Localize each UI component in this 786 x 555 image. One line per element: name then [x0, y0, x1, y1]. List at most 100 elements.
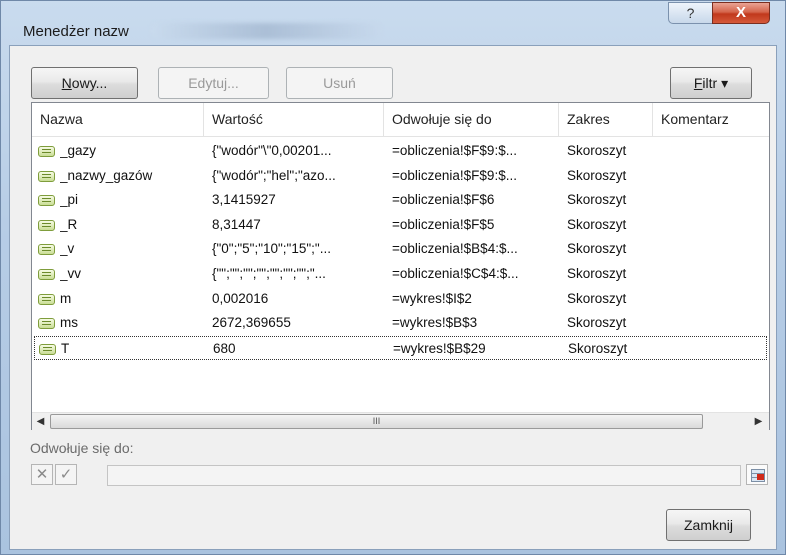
cell-comment — [661, 188, 767, 212]
cell-scope: Skoroszyt — [567, 216, 627, 232]
table-row[interactable]: _gazy {"wodór"\"0,00201... =obliczenia!$F$… — [34, 139, 767, 163]
named-range-icon — [39, 343, 56, 355]
cell-comment — [661, 164, 767, 188]
close-dialog-button[interactable]: Zamknij — [666, 509, 751, 541]
range-picker-marker-icon — [757, 474, 764, 480]
cell-name: _nazwy_gazów — [60, 167, 153, 183]
help-icon: ? — [686, 5, 695, 21]
confirm-edit-button[interactable]: ✓ — [55, 464, 77, 485]
cell-refers: =obliczenia!$F$9:$... — [392, 143, 517, 158]
scrollbar-thumb[interactable]: III — [50, 414, 703, 429]
refers-to-input[interactable] — [107, 465, 741, 486]
close-dialog-label: Zamknij — [683, 517, 733, 533]
scrollbar-grip-icon: III — [372, 416, 381, 426]
cell-scope: Skoroszyt — [567, 167, 627, 183]
cell-value: {"0";"5";"10";"15";"... — [212, 241, 331, 257]
scroll-right-icon[interactable]: ▶ — [750, 413, 767, 430]
cell-name: _R — [60, 216, 78, 232]
cell-comment — [661, 139, 767, 163]
title-bar[interactable]: Menedżer nazw ? X — [1, 1, 786, 45]
delete-button-label: Usuń — [323, 75, 356, 91]
cell-name: _vv — [60, 266, 82, 281]
range-picker-button[interactable] — [746, 464, 768, 485]
cell-refers: =obliczenia!$F$5 — [392, 216, 495, 232]
cancel-edit-button[interactable]: ✕ — [31, 464, 53, 485]
cell-comment — [661, 311, 767, 335]
named-range-icon — [38, 195, 55, 207]
refers-to-label: Odwołuje się do: — [30, 440, 134, 456]
named-range-icon — [38, 293, 55, 305]
cell-scope: Skoroszyt — [567, 192, 627, 208]
named-range-icon — [38, 219, 55, 231]
cell-refers: =wykres!$B$3 — [392, 315, 478, 331]
cell-name: ms — [60, 315, 78, 331]
column-header-comment[interactable]: Komentarz — [653, 103, 769, 136]
cell-value: {"wodór"\"0,00201... — [212, 143, 332, 158]
cell-refers: =obliczenia!$F$6 — [392, 192, 495, 208]
cell-refers: =obliczenia!$B$4:$... — [392, 241, 518, 257]
cell-comment — [661, 237, 767, 261]
cell-name: _v — [60, 241, 75, 257]
named-range-icon — [38, 318, 55, 330]
table-row[interactable]: ms 2672,369655 =wykres!$B$3 Skoroszyt — [34, 311, 767, 335]
named-range-icon — [38, 269, 55, 280]
filter-button[interactable]: Filtr ▾ — [670, 67, 752, 99]
cell-value: 680 — [213, 340, 236, 356]
cell-name: _pi — [60, 192, 79, 208]
cell-scope: Skoroszyt — [567, 266, 627, 281]
dialog-content: Nowy... Edytuj... Usuń Filtr ▾ Nazwa War… — [9, 45, 777, 550]
cell-value: 3,1415927 — [212, 192, 276, 208]
cell-scope: Skoroszyt — [567, 143, 627, 158]
cell-name: _gazy — [60, 143, 97, 158]
table-row[interactable]: _vv {"";"";"";"";"";"";"";"... =obliczenia… — [34, 262, 767, 286]
new-button[interactable]: Nowy... — [31, 67, 138, 99]
table-row[interactable]: T 680 =wykres!$B$29 Skoroszyt — [34, 335, 768, 361]
dialog-window: Menedżer nazw ? X Nowy... Edytuj... Usuń… — [0, 0, 786, 555]
column-header: Nazwa Wartość Odwołuje się do Zakres Kom… — [32, 103, 769, 137]
blurred-title-suffix — [151, 23, 381, 39]
cell-refers: =obliczenia!$F$9:$... — [392, 167, 517, 183]
table-row[interactable]: _pi 3,1415927 =obliczenia!$F$6 Skoroszyt — [34, 188, 767, 212]
column-header-scope[interactable]: Zakres — [559, 103, 653, 136]
cell-comment — [661, 262, 767, 286]
checkmark-icon: ✓ — [59, 466, 73, 483]
filter-button-label: iltr ▾ — [702, 75, 729, 91]
column-header-value[interactable]: Wartość — [204, 103, 384, 136]
cell-scope: Skoroszyt — [567, 315, 627, 331]
cell-name: T — [61, 340, 70, 356]
cell-comment — [661, 287, 767, 311]
column-header-refers[interactable]: Odwołuje się do — [384, 103, 559, 136]
cell-value: 0,002016 — [212, 290, 269, 306]
cell-scope: Skoroszyt — [568, 340, 628, 356]
cell-comment — [662, 337, 768, 361]
table-row[interactable]: _v {"0";"5";"10";"15";"... =obliczenia!$B$… — [34, 237, 767, 261]
help-button[interactable]: ? — [668, 2, 713, 24]
cell-value: {"wodór";"hel";"azo... — [212, 167, 336, 183]
window-title: Menedżer nazw — [23, 23, 129, 40]
close-icon: X — [735, 4, 746, 21]
cell-scope: Skoroszyt — [567, 241, 627, 257]
horizontal-scrollbar[interactable]: ◀ III ▶ — [32, 412, 769, 430]
cell-value: {"";"";"";"";"";"";"";"... — [212, 266, 326, 281]
names-list[interactable]: Nazwa Wartość Odwołuje się do Zakres Kom… — [31, 102, 770, 430]
scroll-left-icon[interactable]: ◀ — [32, 413, 49, 430]
column-header-name[interactable]: Nazwa — [32, 103, 204, 136]
edit-button-label: Edytuj... — [188, 75, 239, 91]
cell-refers: =obliczenia!$C$4:$... — [392, 266, 519, 281]
cell-value: 8,31447 — [212, 216, 261, 232]
delete-button[interactable]: Usuń — [286, 67, 393, 99]
table-row[interactable]: _nazwy_gazów {"wodór";"hel";"azo... =oblic… — [34, 164, 767, 188]
new-button-label: owy... — [71, 75, 108, 91]
close-window-button[interactable]: X — [712, 2, 770, 24]
cancel-icon: ✕ — [35, 466, 49, 483]
cell-value: 2672,369655 — [212, 315, 291, 331]
cell-refers: =wykres!$B$29 — [393, 340, 486, 356]
named-range-icon — [38, 146, 55, 157]
table-row[interactable]: m 0,002016 =wykres!$I$2 Skoroszyt — [34, 287, 767, 311]
cell-refers: =wykres!$I$2 — [392, 290, 472, 306]
named-range-icon — [38, 170, 55, 182]
edit-button[interactable]: Edytuj... — [158, 67, 269, 99]
table-row[interactable]: _R 8,31447 =obliczenia!$F$5 Skoroszyt — [34, 213, 767, 237]
new-button-accel: N — [61, 75, 72, 91]
named-range-icon — [38, 244, 55, 256]
